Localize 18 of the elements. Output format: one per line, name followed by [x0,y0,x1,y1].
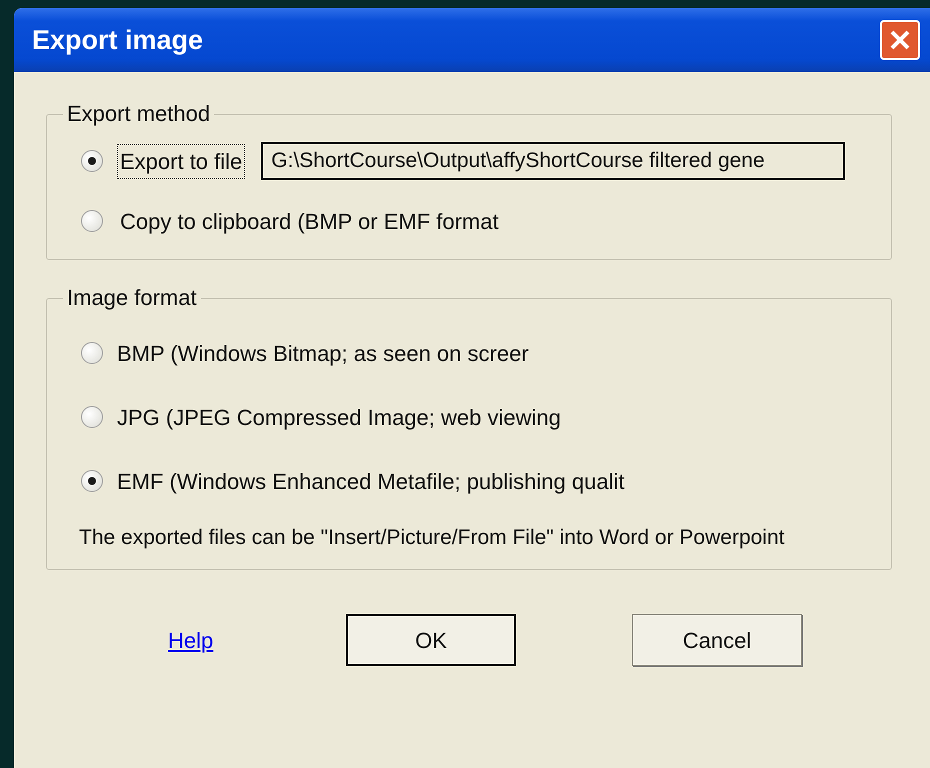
note-text: The exported files can be "Insert/Picture/From File" into Word or Powerpoint [79,525,786,551]
close-button[interactable] [880,20,920,60]
radio-button[interactable] [81,406,103,428]
close-icon [889,29,911,51]
radio-label[interactable]: JPG (JPEG Compressed Image; web viewing [117,400,561,434]
help-link[interactable]: Help [168,624,346,656]
ok-button[interactable]: OK [346,614,516,666]
radio-label[interactable]: Copy to clipboard (BMP or EMF format [117,204,502,238]
radio-button[interactable] [81,150,103,172]
radio-label[interactable]: EMF (Windows Enhanced Metafile; publishing qualit [117,464,624,498]
radio-button[interactable] [81,470,103,492]
radio-label[interactable]: BMP (Windows Bitmap; as seen on screer [117,336,529,370]
window-title: Export image [32,24,204,57]
radio-button[interactable] [81,342,103,364]
radio-label[interactable]: Export to file [117,144,246,178]
file-path-field[interactable]: G:\ShortCourse\Output\affyShortCourse filtered gene [261,142,846,180]
cancel-button[interactable]: Cancel [632,614,802,666]
radio-button[interactable] [81,210,103,232]
